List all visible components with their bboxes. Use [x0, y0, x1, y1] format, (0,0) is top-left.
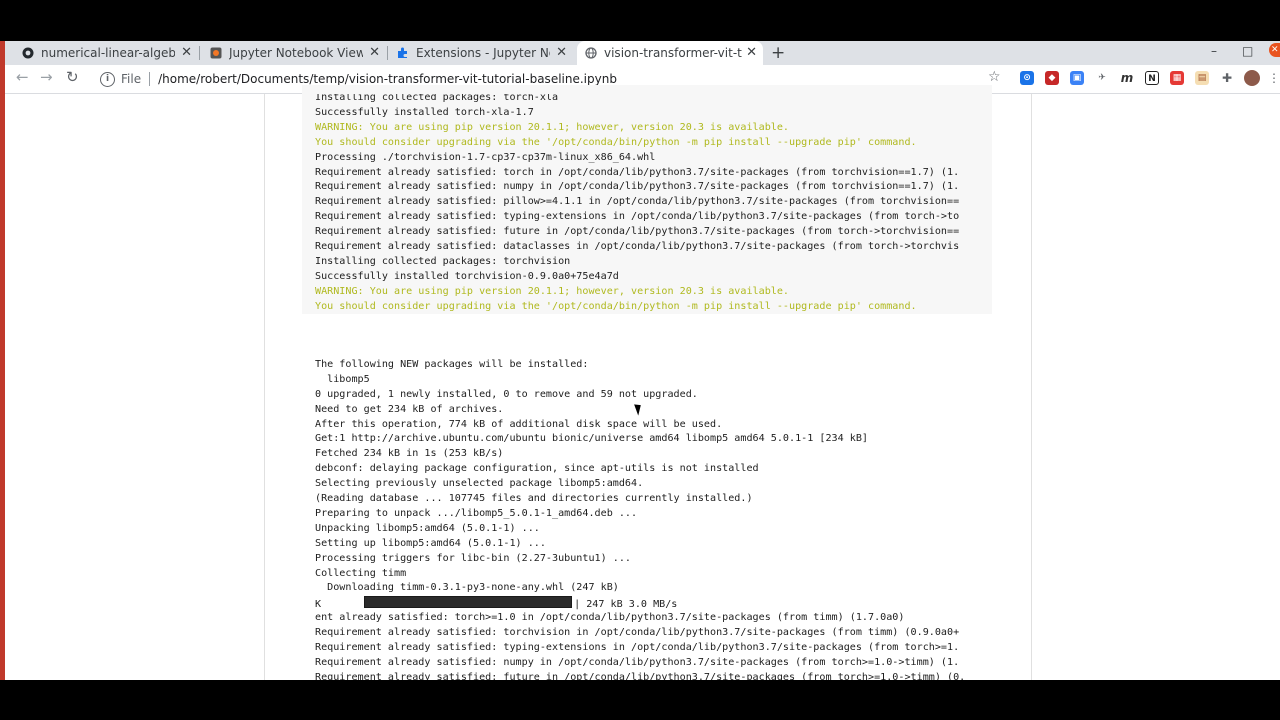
tab-strip: numerical-linear-algebra/ ✕ Jupyter Note… [0, 41, 1280, 65]
menu-icon[interactable]: ⋮ [1268, 71, 1280, 85]
output-line: Installing collected packages: torchvisi… [315, 256, 571, 267]
reload-icon[interactable]: ↻ [66, 68, 79, 86]
output-line: Successfully installed torchvision-0.9.0… [315, 271, 619, 282]
progress-line: K | 247 kB 3.0 MB/s [315, 596, 677, 612]
tab-separator [387, 46, 388, 60]
tab-jupyter-notebook-viewer[interactable]: Jupyter Notebook Viewer ✕ [210, 41, 386, 65]
output-line: Requirement already satisfied: torchvisi… [315, 627, 960, 638]
output-line: ent already satisfied: torch>=1.0 in /op… [315, 612, 905, 623]
url-text: /home/robert/Documents/temp/vision-trans… [158, 72, 617, 86]
output-line: Requirement already satisfied: pillow>=4… [315, 196, 960, 207]
output-line: Setting up libomp5:amd64 (5.0.1-1) ... [315, 538, 546, 549]
browser-window: numerical-linear-algebra/ ✕ Jupyter Note… [0, 41, 1280, 680]
tab-title: numerical-linear-algebra/ [41, 46, 175, 60]
output-line: libomp5 [315, 374, 370, 385]
tab-vision-transformer[interactable]: vision-transformer-vit-tut ✕ [577, 41, 763, 65]
github-icon [22, 47, 34, 59]
close-tab-icon[interactable]: ✕ [556, 45, 567, 60]
close-window-button[interactable]: ✕ [1269, 43, 1280, 57]
extension-icon[interactable]: m [1120, 71, 1134, 85]
tab-title: vision-transformer-vit-tut [604, 46, 742, 60]
extension-icon[interactable]: ⊙ [1020, 71, 1034, 85]
output-line: Requirement already satisfied: torch in … [315, 167, 960, 178]
output-line: Collecting timm [315, 568, 407, 579]
letterbox-top [0, 0, 1280, 41]
info-icon[interactable]: i [100, 71, 115, 87]
ublock-icon[interactable]: ◆ [1045, 71, 1059, 85]
tab-separator [199, 46, 200, 60]
tab-title: Jupyter Notebook Viewer [229, 46, 363, 60]
tab-title: Extensions - Jupyter Not [416, 46, 550, 60]
bookmark-star-icon[interactable]: ☆ [988, 69, 1001, 85]
tab-numerical-linear-algebra[interactable]: numerical-linear-algebra/ ✕ [22, 41, 198, 65]
progress-bar [364, 596, 573, 608]
output-line: You should consider upgrading via the '/… [315, 301, 917, 312]
output-line: Requirement already satisfied: typing-ex… [315, 211, 960, 222]
output-line: Get:1 http://archive.ubuntu.com/ubuntu b… [315, 433, 869, 444]
tab-extensions-jupyter[interactable]: Extensions - Jupyter Not ✕ [397, 41, 573, 65]
output-line: Requirement already satisfied: numpy in … [315, 181, 960, 192]
output-line: After this operation, 774 kB of addition… [315, 419, 723, 430]
output-line: Requirement already satisfied: numpy in … [315, 657, 960, 668]
progress-prefix: K [315, 599, 322, 610]
new-tab-button[interactable]: + [771, 41, 785, 65]
progress-suffix: | 247 kB 3.0 MB/s [574, 599, 678, 610]
page-content: Installing collected packages: torch-xla… [0, 85, 1280, 680]
notebook-border-right [1031, 94, 1032, 680]
output-line: Processing ./torchvision-1.7-cp37-cp37m-… [315, 152, 656, 163]
maximize-button[interactable]: □ [1242, 41, 1253, 65]
output-line: (Reading database ... 107745 files and d… [315, 493, 753, 504]
puzzle-icon [397, 47, 409, 59]
jupyter-icon [210, 47, 222, 59]
close-tab-icon[interactable]: ✕ [746, 45, 757, 60]
output-line: Unpacking libomp5:amd64 (5.0.1-1) ... [315, 523, 540, 534]
output-line: Processing triggers for libc-bin (2.27-3… [315, 553, 632, 564]
notebook-border-left [264, 94, 265, 680]
output-line: Successfully installed torch-xla-1.7 [315, 107, 534, 118]
back-icon[interactable]: ← [16, 68, 29, 86]
output-line: You should consider upgrading via the '/… [315, 137, 917, 148]
extension-icon[interactable]: ✈ [1095, 71, 1109, 85]
avatar[interactable] [1244, 70, 1260, 86]
output-line: Downloading timm-0.3.1-py3-none-any.whl … [315, 582, 619, 593]
forward-icon[interactable]: → [40, 68, 53, 86]
globe-icon [585, 47, 597, 59]
window-edge [0, 41, 5, 680]
output-line: debconf: delaying package configuration,… [315, 463, 759, 474]
output-line: WARNING: You are using pip version 20.1.… [315, 286, 790, 297]
output-line: 0 upgraded, 1 newly installed, 0 to remo… [315, 389, 698, 400]
output-line: The following NEW packages will be insta… [315, 359, 589, 370]
output-line: Installing collected packages: torch-xla [315, 94, 559, 103]
output-line: WARNING: You are using pip version 20.1.… [315, 122, 790, 133]
extension-icon[interactable]: ▣ [1070, 71, 1084, 85]
file-label: File [121, 72, 142, 86]
cell-output: Installing collected packages: torch-xla… [315, 94, 992, 680]
output-line: Selecting previously unselected package … [315, 478, 644, 489]
output-line: Requirement already satisfied: future in… [315, 226, 960, 237]
close-tab-icon[interactable]: ✕ [181, 45, 192, 60]
notion-icon[interactable]: N [1145, 71, 1159, 85]
letterbox-bottom [0, 680, 1280, 720]
extension-icon[interactable]: ▤ [1195, 71, 1209, 85]
minimize-button[interactable]: – [1211, 41, 1217, 65]
output-line: Requirement already satisfied: future in… [315, 672, 966, 680]
output-line: Fetched 234 kB in 1s (253 kB/s) [315, 448, 504, 459]
extension-icon[interactable]: ▦ [1170, 71, 1184, 85]
output-line: Preparing to unpack .../libomp5_5.0.1-1_… [315, 508, 638, 519]
address-separator [149, 72, 151, 86]
puzzle-icon[interactable]: ✚ [1220, 71, 1234, 85]
output-line: Need to get 234 kB of archives. [315, 404, 504, 415]
output-line: Requirement already satisfied: dataclass… [315, 241, 960, 252]
close-tab-icon[interactable]: ✕ [369, 45, 380, 60]
output-line: Requirement already satisfied: typing-ex… [315, 642, 960, 653]
